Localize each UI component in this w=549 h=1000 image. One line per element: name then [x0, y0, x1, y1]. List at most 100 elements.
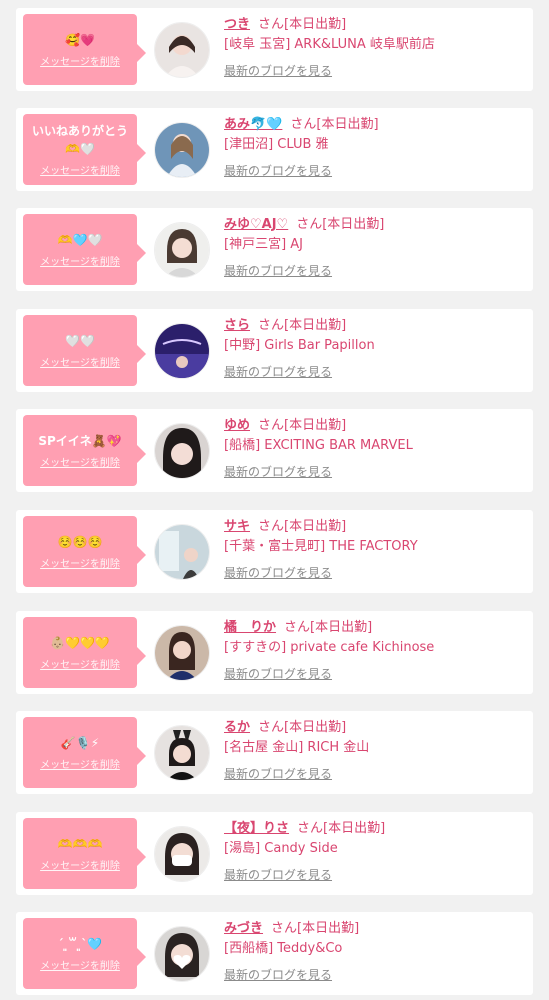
message-text: 🥰💗: [65, 33, 95, 47]
favorite-card: 🎸🎙️⚡ メッセージを削除 るか さん[本日出勤] [名古屋 金山] RICH 金…: [16, 711, 533, 794]
latest-blog-link[interactable]: 最新のブログを見る: [224, 463, 332, 480]
message-text: 🫶🩵🤍: [57, 233, 103, 247]
favorite-card: 👶🏼💛💛💛 メッセージを削除 橘 りか さん[本日出勤] [すすきの] priva…: [16, 611, 533, 694]
latest-blog-link[interactable]: 最新のブログを見る: [224, 363, 332, 380]
card-info: みづき さん[本日出勤] [西船橋] Teddy&Co 最新のブログを見る: [224, 920, 525, 983]
cast-status: さん[本日出勤]: [297, 821, 386, 836]
message-text: 🫶🫶🫶: [57, 837, 103, 851]
avatar[interactable]: [154, 625, 210, 681]
shop-name: [船橋] EXCITING BAR MARVEL: [224, 438, 413, 453]
favorite-card: SPイイネ🧸💖 メッセージを削除 ゆめ さん[本日出勤] [船橋] EXCITIN…: [16, 409, 533, 492]
cast-name-link[interactable]: サキ: [224, 519, 250, 534]
message-bubble: 🎸🎙️⚡ メッセージを削除: [23, 717, 146, 788]
cast-name-link[interactable]: 【夜】りさ: [224, 821, 289, 836]
message-bubble: 🥰💗 メッセージを削除: [23, 14, 146, 85]
avatar[interactable]: [154, 323, 210, 379]
shop-name: [岐阜 玉宮] ARK&LUNA 岐阜駅前店: [224, 37, 435, 52]
cast-status: さん[本日出勤]: [258, 17, 347, 32]
avatar[interactable]: [154, 725, 210, 781]
cast-name-link[interactable]: ゆめ: [224, 418, 250, 433]
cast-status: さん[本日出勤]: [258, 318, 347, 333]
delete-message-link[interactable]: メッセージを削除: [40, 454, 120, 469]
card-info: 橘 りか さん[本日出勤] [すすきの] private cafe Kichino…: [224, 619, 525, 682]
shop-name: [湯島] Candy Side: [224, 841, 338, 856]
latest-blog-link[interactable]: 最新のブログを見る: [224, 966, 332, 983]
cast-name-link[interactable]: あみ🐬🩵: [224, 117, 282, 132]
favorite-card: ☺️☺️☺️ メッセージを削除 サキ さん[本日出勤] [千葉・富士見町] THE…: [16, 510, 533, 593]
card-info: あみ🐬🩵 さん[本日出勤] [津田沼] CLUB 雅 最新のブログを見る: [224, 116, 525, 179]
latest-blog-link[interactable]: 最新のブログを見る: [224, 162, 332, 179]
message-bubble: SPイイネ🧸💖 メッセージを削除: [23, 415, 146, 486]
card-info: みゆ♡AJ♡ さん[本日出勤] [神戸三宮] AJ 最新のブログを見る: [224, 216, 525, 279]
message-text: ˊ ͈꒳ ͈ˋ🩵: [57, 937, 103, 951]
latest-blog-link[interactable]: 最新のブログを見る: [224, 262, 332, 279]
cast-name-link[interactable]: みゆ♡AJ♡: [224, 217, 288, 232]
delete-message-link[interactable]: メッセージを削除: [40, 53, 120, 68]
avatar[interactable]: [154, 22, 210, 78]
favorite-card: いいねありがとう🫶🤍 メッセージを削除 あみ🐬🩵 さん[本日出勤] [津田沼] C…: [16, 108, 533, 191]
cast-name-link[interactable]: 橘 りか: [224, 620, 276, 635]
message-text: 🤍🤍: [65, 334, 95, 348]
cast-status: さん[本日出勤]: [290, 117, 379, 132]
shop-name: [津田沼] CLUB 雅: [224, 137, 329, 152]
favorite-card: ˊ ͈꒳ ͈ˋ🩵 メッセージを削除 みづき さん[本日出勤] [西船橋] Tedd…: [16, 912, 533, 995]
latest-blog-link[interactable]: 最新のブログを見る: [224, 765, 332, 782]
avatar[interactable]: [154, 926, 210, 982]
card-info: つき さん[本日出勤] [岐阜 玉宮] ARK&LUNA 岐阜駅前店 最新のブログ…: [224, 16, 525, 79]
cast-name-link[interactable]: さら: [224, 318, 250, 333]
delete-message-link[interactable]: メッセージを削除: [40, 555, 120, 570]
message-text: SPイイネ🧸💖: [38, 434, 122, 448]
message-text: いいねありがとう🫶🤍: [31, 124, 128, 156]
delete-message-link[interactable]: メッセージを削除: [40, 857, 120, 872]
card-info: さら さん[本日出勤] [中野] Girls Bar Papillon 最新のブロ…: [224, 317, 525, 380]
latest-blog-link[interactable]: 最新のブログを見る: [224, 564, 332, 581]
avatar[interactable]: [154, 524, 210, 580]
shop-name: [名古屋 金山] RICH 金山: [224, 740, 370, 755]
favorite-card: 🫶🫶🫶 メッセージを削除 【夜】りさ さん[本日出勤] [湯島] Candy Si…: [16, 812, 533, 895]
delete-message-link[interactable]: メッセージを削除: [40, 656, 120, 671]
message-bubble: ˊ ͈꒳ ͈ˋ🩵 メッセージを削除: [23, 918, 146, 989]
cast-status: さん[本日出勤]: [296, 217, 385, 232]
message-text: 🎸🎙️⚡: [60, 736, 100, 750]
cast-name-link[interactable]: るか: [224, 720, 250, 735]
message-bubble: 👶🏼💛💛💛 メッセージを削除: [23, 617, 146, 688]
shop-name: [西船橋] Teddy&Co: [224, 941, 343, 956]
delete-message-link[interactable]: メッセージを削除: [40, 957, 120, 972]
card-info: サキ さん[本日出勤] [千葉・富士見町] THE FACTORY 最新のブログを…: [224, 518, 525, 581]
cast-name-link[interactable]: みづき: [224, 921, 263, 936]
delete-message-link[interactable]: メッセージを削除: [40, 162, 120, 177]
latest-blog-link[interactable]: 最新のブログを見る: [224, 866, 332, 883]
favorite-card: 🤍🤍 メッセージを削除 さら さん[本日出勤] [中野] Girls Bar Pa…: [16, 309, 533, 392]
cast-status: さん[本日出勤]: [258, 519, 347, 534]
cast-status: さん[本日出勤]: [258, 720, 347, 735]
delete-message-link[interactable]: メッセージを削除: [40, 756, 120, 771]
favorite-card: 🥰💗 メッセージを削除 つき さん[本日出勤] [岐阜 玉宮] ARK&LUNA …: [16, 8, 533, 91]
message-text: ☺️☺️☺️: [57, 535, 103, 549]
avatar[interactable]: [154, 423, 210, 479]
shop-name: [中野] Girls Bar Papillon: [224, 338, 375, 353]
avatar[interactable]: [154, 222, 210, 278]
card-info: るか さん[本日出勤] [名古屋 金山] RICH 金山 最新のブログを見る: [224, 719, 525, 782]
card-info: ゆめ さん[本日出勤] [船橋] EXCITING BAR MARVEL 最新のブ…: [224, 417, 525, 480]
cast-status: さん[本日出勤]: [258, 418, 347, 433]
message-bubble: 🫶🫶🫶 メッセージを削除: [23, 818, 146, 889]
cast-name-link[interactable]: つき: [224, 17, 250, 32]
message-bubble: ☺️☺️☺️ メッセージを削除: [23, 516, 146, 587]
delete-message-link[interactable]: メッセージを削除: [40, 253, 120, 268]
latest-blog-link[interactable]: 最新のブログを見る: [224, 665, 332, 682]
shop-name: [千葉・富士見町] THE FACTORY: [224, 539, 418, 554]
avatar[interactable]: [154, 122, 210, 178]
cast-status: さん[本日出勤]: [284, 620, 373, 635]
shop-name: [神戸三宮] AJ: [224, 237, 304, 252]
cast-status: さん[本日出勤]: [271, 921, 360, 936]
message-bubble: いいねありがとう🫶🤍 メッセージを削除: [23, 114, 146, 185]
favorite-card: 🫶🩵🤍 メッセージを削除 みゆ♡AJ♡ さん[本日出勤] [神戸三宮] AJ 最新…: [16, 208, 533, 291]
message-bubble: 🫶🩵🤍 メッセージを削除: [23, 214, 146, 285]
latest-blog-link[interactable]: 最新のブログを見る: [224, 62, 332, 79]
avatar[interactable]: [154, 826, 210, 882]
shop-name: [すすきの] private cafe Kichinose: [224, 640, 435, 655]
message-text: 👶🏼💛💛💛: [50, 636, 110, 650]
card-info: 【夜】りさ さん[本日出勤] [湯島] Candy Side 最新のブログを見る: [224, 820, 525, 883]
delete-message-link[interactable]: メッセージを削除: [40, 354, 120, 369]
message-bubble: 🤍🤍 メッセージを削除: [23, 315, 146, 386]
